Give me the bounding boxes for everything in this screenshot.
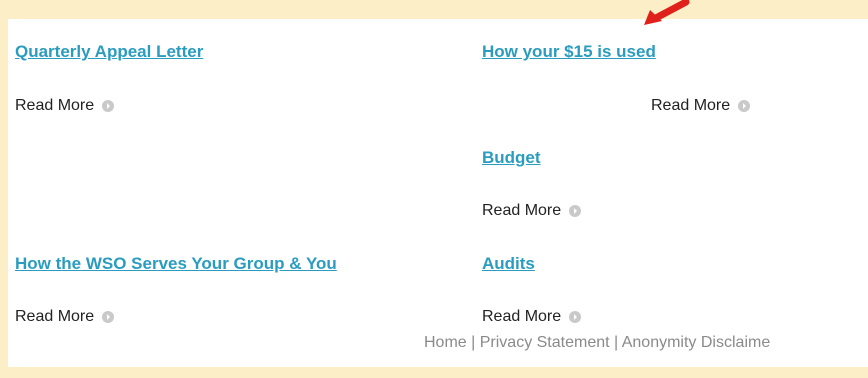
- red-arrow-icon: [644, 0, 690, 25]
- play-circle-icon: [738, 100, 751, 112]
- read-more-audits[interactable]: Read More: [482, 307, 582, 327]
- play-circle-icon: [102, 311, 115, 323]
- footer-separator: |: [466, 334, 480, 351]
- play-circle-icon: [102, 100, 115, 112]
- play-circle-icon: [569, 311, 582, 323]
- link-budget[interactable]: Budget: [482, 148, 541, 168]
- read-more-label: Read More: [482, 308, 562, 325]
- read-more-label: Read More: [482, 202, 562, 219]
- footer-separator: |: [609, 334, 622, 351]
- read-more-how-your-15-is-used[interactable]: Read More: [651, 96, 751, 116]
- footer-anonymity-link[interactable]: Anonymity Disclaime: [622, 334, 770, 351]
- content-panel: Quarterly Appeal Letter Read More How th…: [8, 19, 868, 367]
- read-more-how-wso-serves[interactable]: Read More: [15, 307, 115, 327]
- read-more-label: Read More: [651, 97, 731, 114]
- footer-privacy-link[interactable]: Privacy Statement: [480, 334, 610, 351]
- footer-home-link[interactable]: Home: [424, 334, 467, 351]
- read-more-quarterly-appeal[interactable]: Read More: [15, 96, 115, 116]
- link-how-wso-serves[interactable]: How the WSO Serves Your Group & You: [15, 254, 337, 274]
- read-more-label: Read More: [15, 97, 95, 114]
- read-more-label: Read More: [15, 308, 95, 325]
- footer-links: Home | Privacy Statement | Anonymity Dis…: [424, 333, 770, 353]
- read-more-budget[interactable]: Read More: [482, 201, 582, 221]
- link-how-your-15-is-used[interactable]: How your $15 is used: [482, 42, 656, 62]
- play-circle-icon: [569, 205, 582, 217]
- link-audits[interactable]: Audits: [482, 254, 535, 274]
- link-quarterly-appeal-letter[interactable]: Quarterly Appeal Letter: [15, 42, 203, 62]
